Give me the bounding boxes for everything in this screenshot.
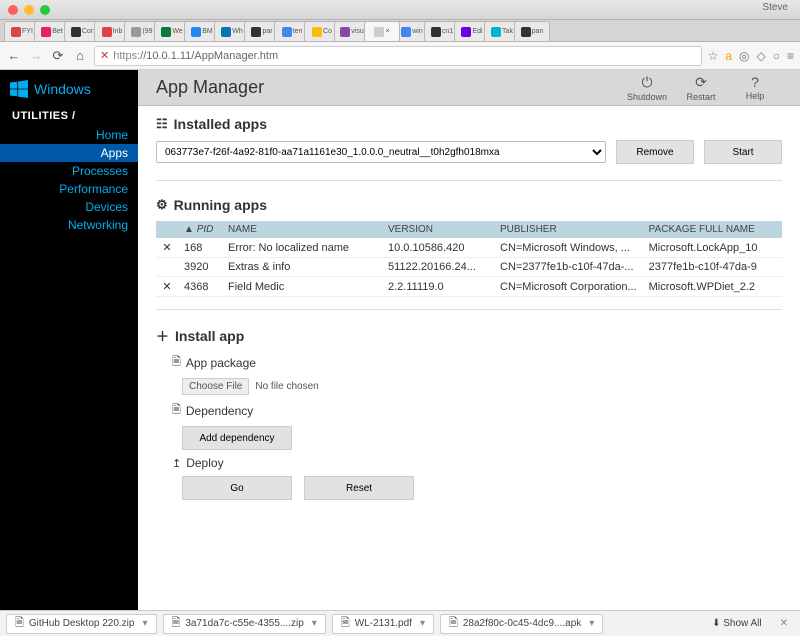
file-icon: 🗎 <box>172 353 181 372</box>
home-button[interactable]: ⌂ <box>72 48 88 64</box>
chevron-down-icon: ▾ <box>142 618 147 629</box>
power-icon: ⏻ <box>620 74 674 91</box>
close-downloads-bar[interactable]: ✕ <box>774 618 794 629</box>
running-apps-table: ▲ PID NAME VERSION PUBLISHER PACKAGE FUL… <box>156 221 782 297</box>
show-all-downloads[interactable]: ⬇ Show All <box>706 618 768 629</box>
start-button[interactable]: Start <box>704 140 782 164</box>
download-item[interactable]: 🗎28a2f80c-0c45-4dc9....apk▾ <box>440 614 603 634</box>
subsection-title: App package <box>186 356 256 370</box>
sidebar-item-devices[interactable]: Devices <box>0 198 138 216</box>
section-title: Running apps <box>174 197 267 213</box>
extension-icon[interactable]: ○ <box>773 49 780 63</box>
help-icon: ? <box>728 74 782 90</box>
col-publisher[interactable]: PUBLISHER <box>494 221 643 238</box>
divider <box>156 180 782 181</box>
list-icon: ☷ <box>156 116 168 132</box>
window-titlebar: Steve <box>0 0 800 20</box>
subsection-title: Deploy <box>186 456 223 470</box>
chevron-down-icon: ▾ <box>312 618 317 629</box>
installed-app-select[interactable]: 063773e7-f26f-4a92-81f0-aa71a1161e30_1.0… <box>156 141 606 163</box>
user-menu[interactable]: Steve <box>762 2 788 13</box>
running-apps-section: ⚙ Running apps ▲ PID NAME VERSION PUBLISH… <box>138 187 800 303</box>
section-title: Install app <box>175 328 244 344</box>
extension-icon[interactable]: ◎ <box>739 49 749 63</box>
download-item[interactable]: 🗎3a71da7c-c55e-4355....zip▾ <box>163 614 326 634</box>
browser-tabstrip: FYI Bet Cor Inb (99 We BM Wh par ten Co … <box>0 20 800 42</box>
back-button[interactable]: ← <box>6 48 22 64</box>
col-package[interactable]: PACKAGE FULL NAME <box>643 221 782 238</box>
chevron-down-icon: ▾ <box>589 618 594 629</box>
file-icon: 🗎 <box>172 401 181 420</box>
table-row[interactable]: 3920Extras & info51122.20166.24...CN=237… <box>156 258 782 277</box>
download-icon: ⬇ <box>712 618 720 629</box>
url-scheme: https <box>113 50 137 62</box>
col-pid[interactable]: ▲ PID <box>178 221 222 238</box>
forward-button[interactable]: → <box>28 48 44 64</box>
star-icon[interactable]: ☆ <box>708 49 719 63</box>
window-maximize-button[interactable] <box>40 5 50 15</box>
reload-button[interactable]: ⟳ <box>50 48 66 64</box>
divider <box>156 309 782 310</box>
sidebar-item-apps[interactable]: Apps <box>0 144 138 162</box>
plus-icon: ＋ <box>156 326 169 345</box>
main-panel: App Manager ⏻Shutdown ⟳Restart ?Help ☷ In… <box>138 70 800 610</box>
download-item[interactable]: 🗎GitHub Desktop 220.zip▾ <box>6 614 157 634</box>
extension-icon[interactable]: a <box>725 49 732 63</box>
downloads-bar: 🗎GitHub Desktop 220.zip▾ 🗎3a71da7c-c55e-… <box>0 610 800 636</box>
url-text: ://10.0.1.11/AppManager.htm <box>137 50 278 62</box>
browser-tab-active[interactable]: × <box>364 21 400 41</box>
go-button[interactable]: Go <box>182 476 292 500</box>
page-title: App Manager <box>156 77 620 98</box>
sidebar-item-performance[interactable]: Performance <box>0 180 138 198</box>
extension-icon[interactable]: ◇ <box>757 49 766 63</box>
download-item[interactable]: 🗎WL-2131.pdf▾ <box>332 614 434 634</box>
restart-button[interactable]: ⟳Restart <box>674 74 728 102</box>
reset-button[interactable]: Reset <box>304 476 414 500</box>
sidebar-item-home[interactable]: Home <box>0 126 138 144</box>
col-version[interactable]: VERSION <box>382 221 494 238</box>
chevron-down-icon: ▾ <box>420 618 425 629</box>
menu-icon[interactable]: ≡ <box>787 49 794 63</box>
install-app-section: ＋ Install app 🗎 App package Choose File No… <box>138 316 800 512</box>
subsection-title: Dependency <box>186 404 253 418</box>
gears-icon: ⚙ <box>156 197 168 213</box>
table-row[interactable]: ✕ 4368Field Medic2.2.11119.0CN=Microsoft… <box>156 277 782 297</box>
restart-icon: ⟳ <box>674 74 728 91</box>
sidebar-section-header: UTILITIES / <box>0 106 138 126</box>
kill-process-icon[interactable]: ✕ <box>156 277 178 297</box>
windows-logo: Windows <box>0 76 138 106</box>
window-close-button[interactable] <box>8 5 18 15</box>
section-title: Installed apps <box>174 116 267 132</box>
shutdown-button[interactable]: ⏻Shutdown <box>620 74 674 102</box>
file-icon: 🗎 <box>341 614 350 633</box>
installed-apps-section: ☷ Installed apps 063773e7-f26f-4a92-81f0-… <box>138 106 800 174</box>
main-header: App Manager ⏻Shutdown ⟳Restart ?Help <box>138 70 800 106</box>
kill-process-icon[interactable]: ✕ <box>156 238 178 258</box>
file-icon: 🗎 <box>15 614 24 633</box>
add-dependency-button[interactable]: Add dependency <box>182 426 292 450</box>
file-icon: 🗎 <box>172 614 181 633</box>
address-bar[interactable]: ✕ https ://10.0.1.11/AppManager.htm <box>94 46 702 66</box>
file-icon: 🗎 <box>449 614 458 633</box>
page-content: Windows UTILITIES / Home Apps Processes … <box>0 70 800 610</box>
help-button[interactable]: ?Help <box>728 74 782 101</box>
browser-toolbar: ← → ⟳ ⌂ ✕ https ://10.0.1.11/AppManager.… <box>0 42 800 70</box>
choose-file-button[interactable]: Choose File <box>182 378 249 395</box>
sidebar-item-processes[interactable]: Processes <box>0 162 138 180</box>
file-status: No file chosen <box>255 381 318 392</box>
browser-tab[interactable]: pan <box>514 21 550 41</box>
sidebar: Windows UTILITIES / Home Apps Processes … <box>0 70 138 610</box>
remove-button[interactable]: Remove <box>616 140 694 164</box>
sidebar-item-networking[interactable]: Networking <box>0 216 138 234</box>
ssl-warning-icon: ✕ <box>100 49 109 62</box>
table-row[interactable]: ✕ 168Error: No localized name10.0.10586.… <box>156 238 782 258</box>
col-name[interactable]: NAME <box>222 221 382 238</box>
window-minimize-button[interactable] <box>24 5 34 15</box>
upload-icon: ↥ <box>172 457 181 470</box>
